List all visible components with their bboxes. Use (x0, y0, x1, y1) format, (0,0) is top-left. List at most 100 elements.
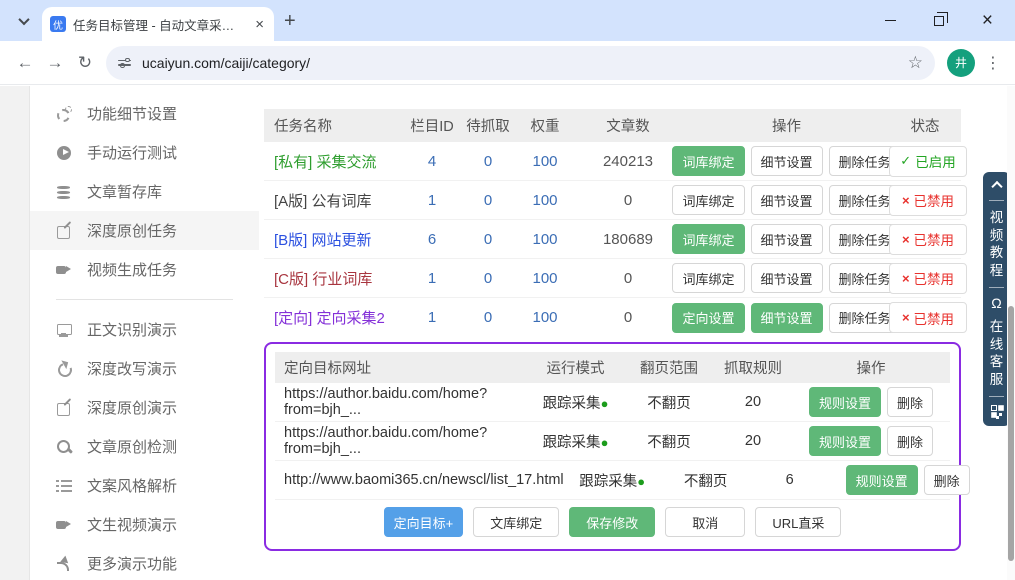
collapse-up-icon[interactable] (991, 181, 1002, 192)
site-favicon: 优 (50, 16, 66, 32)
sidebar-item-video-generation-task[interactable]: 视频生成任务 (30, 250, 259, 289)
delete-button[interactable]: 删除 (887, 387, 933, 417)
col-grab-rule: 抓取规则 (714, 357, 792, 378)
target-url[interactable]: https://author.baidu.com/home?from=bjh_.… (275, 425, 527, 457)
detail-settings-button[interactable]: 细节设置 (751, 224, 823, 254)
status-badge[interactable]: ✓已启用 (889, 146, 967, 177)
page-scrollbar[interactable] (1007, 86, 1015, 580)
left-gutter (0, 86, 30, 580)
detail-settings-button[interactable]: 细节设置 (751, 185, 823, 215)
status-badge[interactable]: ×已禁用 (889, 185, 967, 216)
column-id[interactable]: 1 (406, 192, 458, 209)
word-bind-button[interactable]: 词库绑定 (672, 263, 744, 293)
sidebar-item-manual-run-test[interactable]: 手动运行测试 (30, 133, 259, 172)
word-bind-button[interactable]: 词库绑定 (672, 224, 744, 254)
sidebar-item-deep-original-task[interactable]: 深度原创任务 (30, 211, 259, 250)
word-bind-button[interactable]: 词库绑定 (672, 146, 744, 176)
tab-search-button[interactable] (10, 7, 38, 35)
pending-count[interactable]: 0 (458, 309, 518, 326)
weight[interactable]: 100 (518, 309, 572, 326)
reload-button[interactable]: ↻ (70, 48, 100, 78)
column-id[interactable]: 1 (406, 270, 458, 287)
online-service-tab[interactable]: 在线客服 (989, 318, 1004, 388)
task-name[interactable]: [A版] 公有词库 (264, 190, 406, 211)
scrollbar-thumb[interactable] (1008, 306, 1014, 561)
sidebar-item-body-recognition-demo[interactable]: 正文识别演示 (30, 310, 259, 349)
targeted-settings-button[interactable]: 定向设置 (672, 303, 744, 333)
col-run-mode: 运行模式 (527, 357, 624, 378)
task-name[interactable]: [B版] 网站更新 (264, 229, 406, 250)
rule-settings-button[interactable]: 规则设置 (809, 426, 881, 456)
sidebar-item-more-demo-functions[interactable]: 更多演示功能 (30, 544, 259, 580)
weight[interactable]: 100 (518, 231, 572, 248)
sidebar-item-text-to-video-demo[interactable]: 文生视频演示 (30, 505, 259, 544)
url-text[interactable]: ucaiyun.com/caiji/category/ (142, 55, 898, 71)
profile-avatar[interactable]: 井 (947, 49, 975, 77)
site-settings-icon[interactable] (118, 57, 132, 69)
detail-settings-button[interactable]: 细节设置 (751, 263, 823, 293)
window-close-button[interactable]: × (982, 11, 993, 30)
delete-button[interactable]: 删除 (924, 465, 970, 495)
forward-button[interactable]: → (40, 48, 70, 78)
sidebar-item-article-temp-library[interactable]: 文章暂存库 (30, 172, 259, 211)
weight[interactable]: 100 (518, 270, 572, 287)
save-changes-button[interactable]: 保存修改 (569, 507, 655, 537)
green-dot-icon: ● (601, 396, 609, 411)
sidebar-item-deep-original-demo[interactable]: 深度原创演示 (30, 388, 259, 427)
floating-side-widget: 视频教程 Ω 在线客服 (983, 172, 1010, 426)
window-minimize-button[interactable] (885, 20, 896, 22)
add-target-button[interactable]: 定向目标+ (384, 507, 464, 537)
status-badge[interactable]: ×已禁用 (889, 263, 967, 294)
table-row: [C版] 行业词库 1 0 100 0 词库绑定 细节设置 删除任务 ×已禁用 (264, 259, 961, 298)
col-status: 状态 (889, 115, 961, 136)
qrcode-icon[interactable] (991, 405, 1003, 417)
back-button[interactable]: ← (10, 48, 40, 78)
rule-settings-button[interactable]: 规则设置 (846, 465, 918, 495)
new-tab-button[interactable]: + (284, 10, 296, 33)
detail-settings-button[interactable]: 细节设置 (751, 303, 823, 333)
sidebar-item-deep-rewrite-demo[interactable]: 深度改写演示 (30, 349, 259, 388)
weight[interactable]: 100 (518, 192, 572, 209)
window-restore-button[interactable] (934, 16, 944, 26)
delete-button[interactable]: 删除 (887, 426, 933, 456)
sidebar-item-article-originality-check[interactable]: 文章原创检测 (30, 427, 259, 466)
column-id[interactable]: 1 (406, 309, 458, 326)
video-tutorial-tab[interactable]: 视频教程 (989, 209, 1004, 279)
target-url-panel: 定向目标网址 运行模式 翻页范围 抓取规则 操作 https://author.… (264, 342, 961, 551)
task-name[interactable]: [C版] 行业词库 (264, 268, 406, 289)
target-url[interactable]: http://www.baomi365.cn/newscl/list_17.ht… (275, 472, 564, 488)
col-article-count: 文章数 (572, 115, 684, 136)
tab-close-icon[interactable]: × (253, 16, 266, 33)
address-bar[interactable]: ucaiyun.com/caiji/category/ ☆ (106, 46, 935, 80)
target-url[interactable]: https://author.baidu.com/home?from=bjh_.… (275, 386, 527, 418)
table-row: [定向] 定向采集2 1 0 100 0 定向设置 细节设置 删除任务 ×已禁用 (264, 298, 961, 337)
column-id[interactable]: 4 (406, 153, 458, 170)
status-badge[interactable]: ×已禁用 (889, 224, 967, 255)
sidebar-divider (56, 299, 233, 300)
weight[interactable]: 100 (518, 153, 572, 170)
pending-count[interactable]: 0 (458, 192, 518, 209)
cancel-button[interactable]: 取消 (665, 507, 745, 537)
status-badge[interactable]: ×已禁用 (889, 302, 967, 333)
run-mode: 跟踪采集● (564, 470, 661, 491)
browser-tab[interactable]: 优 任务目标管理 - 自动文章采集器 × (42, 7, 274, 41)
detail-settings-button[interactable]: 细节设置 (751, 146, 823, 176)
pending-count[interactable]: 0 (458, 270, 518, 287)
browser-window: 优 任务目标管理 - 自动文章采集器 × + × ← → ↻ ucaiyun.c… (0, 0, 1015, 580)
sidebar-item-copy-style-analysis[interactable]: 文案风格解析 (30, 466, 259, 505)
task-name[interactable]: [定向] 定向采集2 (264, 307, 406, 328)
bind-library-button[interactable]: 文库绑定 (473, 507, 559, 537)
url-direct-collect-button[interactable]: URL直采 (755, 507, 841, 537)
pending-count[interactable]: 0 (458, 231, 518, 248)
edit-icon (56, 223, 72, 239)
sidebar-item-function-settings[interactable]: 功能细节设置 (30, 94, 259, 133)
page-range: 不翻页 (661, 470, 751, 491)
word-bind-button[interactable]: 词库绑定 (672, 185, 744, 215)
bookmark-star-icon[interactable]: ☆ (908, 53, 923, 73)
browser-menu-icon[interactable]: ⋮ (981, 53, 1005, 73)
rule-settings-button[interactable]: 规则设置 (809, 387, 881, 417)
task-name[interactable]: [私有] 采集交流 (264, 151, 406, 172)
column-id[interactable]: 6 (406, 231, 458, 248)
pending-count[interactable]: 0 (458, 153, 518, 170)
article-count: 0 (572, 309, 684, 326)
